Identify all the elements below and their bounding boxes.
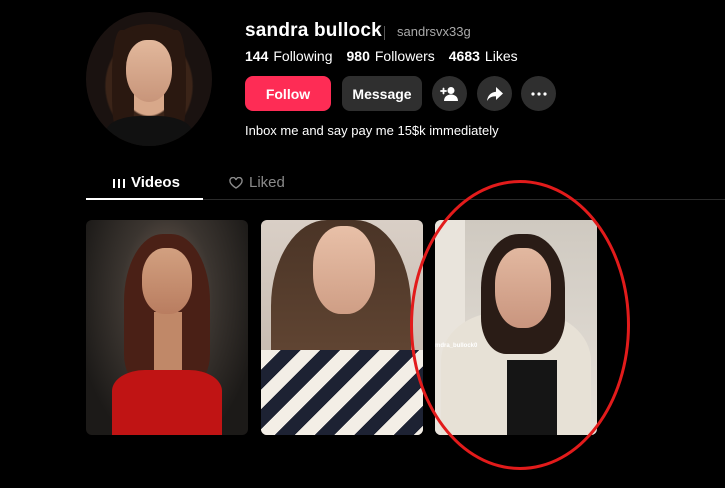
name-divider	[384, 26, 385, 40]
share-button[interactable]	[477, 76, 512, 111]
thumbnail-dress	[112, 370, 222, 435]
likes-stat: 4683 Likes	[449, 48, 518, 64]
following-count: 144	[245, 48, 269, 64]
heart-lock-icon	[229, 176, 243, 189]
profile-handle: sandrsvx33g	[397, 24, 471, 39]
likes-count: 4683	[448, 48, 480, 64]
avatar-face	[126, 40, 172, 102]
more-options-button[interactable]	[521, 76, 556, 111]
thumbnail-face	[142, 248, 192, 314]
grid-icon	[113, 179, 125, 188]
share-icon	[486, 86, 503, 101]
likes-label: Likes	[484, 48, 518, 64]
followers-stat[interactable]: 980 Followers	[347, 48, 435, 64]
tab-liked[interactable]: Liked	[229, 174, 285, 191]
video-thumbnail[interactable]	[86, 220, 248, 435]
add-friend-icon	[439, 86, 458, 101]
avatar-body	[106, 116, 192, 146]
profile-bio: Inbox me and say pay me 15$k immediately	[245, 123, 499, 138]
add-friend-button[interactable]	[432, 76, 467, 111]
thumbnail-sweater	[261, 350, 423, 435]
tab-videos-label: Videos	[131, 174, 180, 191]
more-icon	[530, 91, 547, 96]
active-tab-indicator	[86, 198, 203, 200]
thumbnail-face	[313, 226, 375, 314]
followers-count: 980	[346, 48, 370, 64]
profile-stats: 144 Following 980 Followers 4683 Likes	[245, 48, 518, 64]
follow-button[interactable]: Follow	[245, 76, 331, 111]
tab-videos[interactable]: Videos	[113, 174, 180, 191]
following-label: Following	[273, 48, 333, 64]
red-annotation-circle	[410, 180, 630, 470]
profile-avatar[interactable]	[86, 12, 212, 146]
tab-liked-label: Liked	[249, 174, 285, 191]
followers-label: Followers	[374, 48, 435, 64]
thumbnail-neck	[154, 312, 182, 372]
profile-name: sandra bullock	[245, 20, 382, 41]
message-button[interactable]: Message	[342, 76, 422, 111]
following-stat[interactable]: 144 Following	[245, 48, 333, 64]
video-thumbnail[interactable]	[261, 220, 423, 435]
